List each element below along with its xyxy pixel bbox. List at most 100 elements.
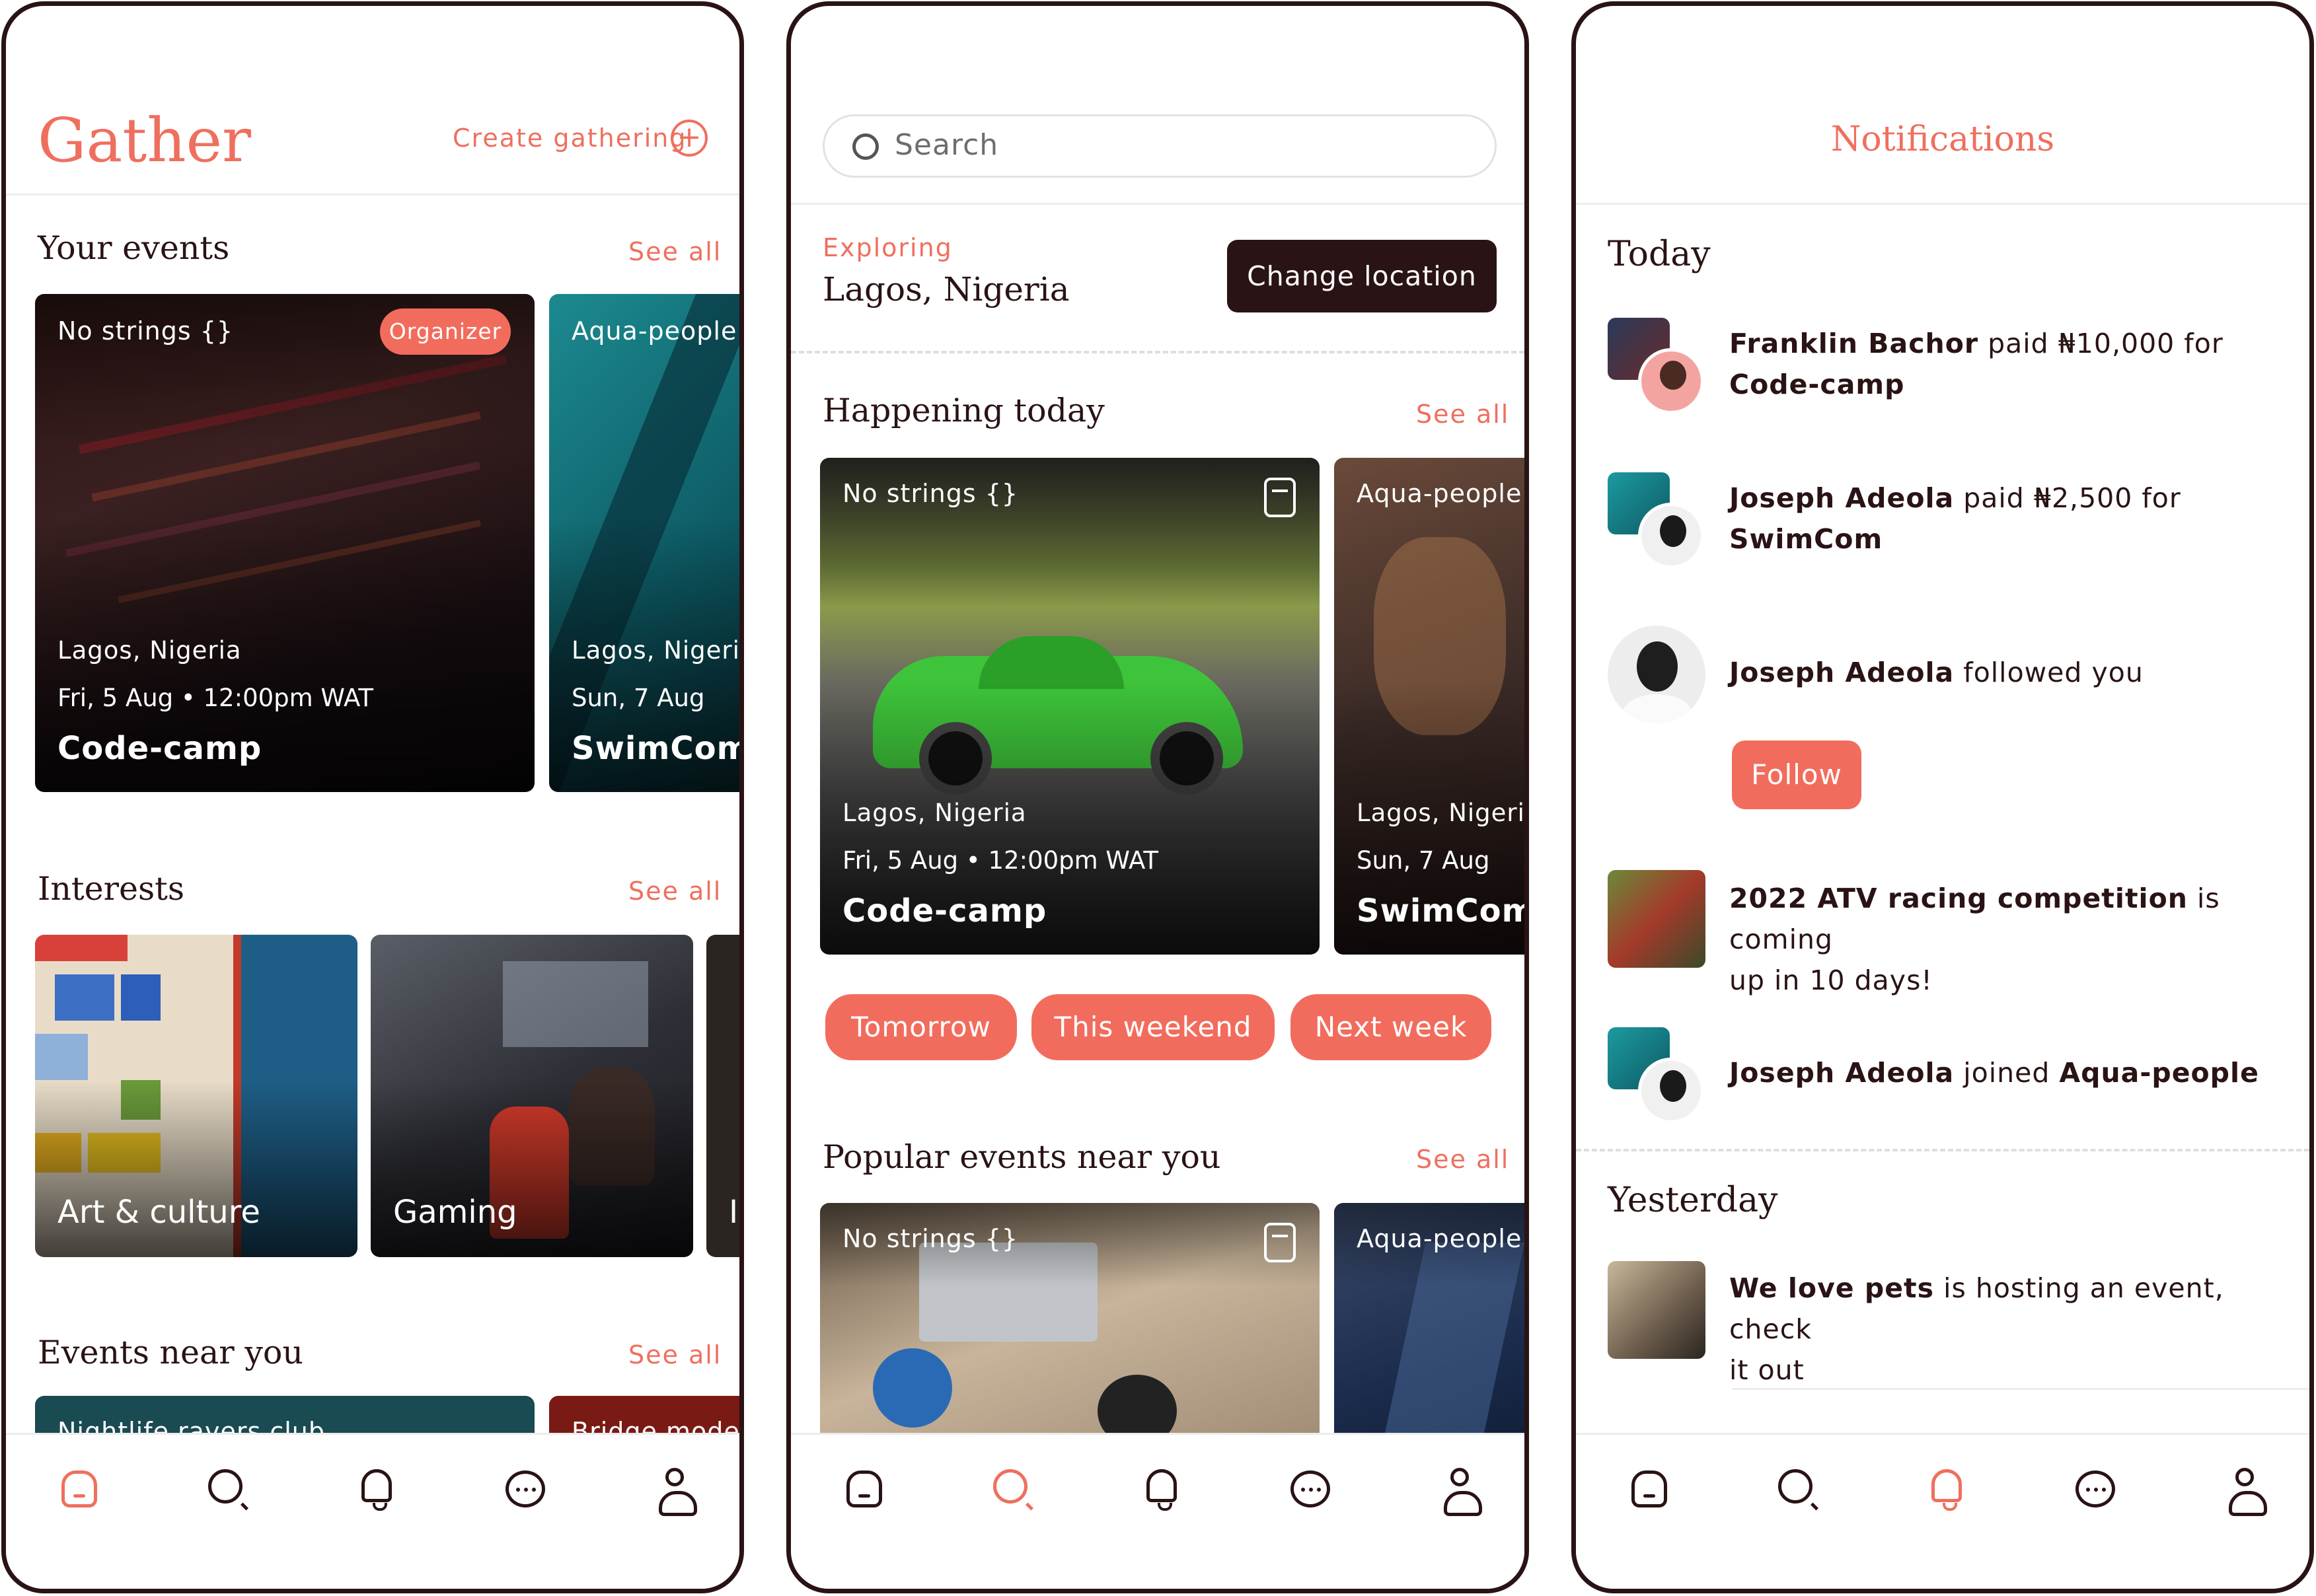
avatar[interactable]: [1638, 503, 1704, 569]
card-date: Sun, 7 Aug: [572, 684, 705, 712]
nav-home[interactable]: [841, 1467, 887, 1513]
notif-target: Code-camp: [1729, 369, 1905, 400]
card-group: No strings {}: [57, 316, 234, 345]
notification-text[interactable]: We love pets is hosting an event, check i…: [1729, 1268, 2309, 1391]
nav-messages[interactable]: [2073, 1467, 2119, 1513]
event-card[interactable]: No strings {} Organizer Lagos, Nigeria F…: [35, 294, 535, 792]
card-location: Lagos, Nigeria: [572, 636, 744, 665]
nav-messages[interactable]: [503, 1467, 549, 1513]
yesterday-heading: Yesterday: [1608, 1180, 1778, 1220]
interests-see-all[interactable]: See all: [628, 877, 722, 906]
filter-tomorrow[interactable]: Tomorrow: [825, 994, 1017, 1060]
notif-target: SwimCom: [1729, 523, 1883, 555]
notification-text[interactable]: Joseph Adeola paid ₦2,500 for SwimCom: [1729, 478, 2181, 560]
header-divider: [791, 203, 1524, 205]
card-datetime: Fri, 5 Aug • 12:00pm WAT: [57, 684, 374, 712]
organizer-badge: Organizer: [380, 308, 511, 355]
user-icon: [1444, 1468, 1482, 1516]
user-icon: [659, 1468, 697, 1516]
nav-home[interactable]: [1626, 1467, 1672, 1513]
nav-notifications[interactable]: [1139, 1467, 1185, 1513]
search-icon: [852, 133, 879, 160]
interest-label: I: [729, 1194, 739, 1231]
header-divider: [1576, 203, 2309, 205]
bookmark-icon[interactable]: [1264, 1223, 1296, 1262]
bell-icon: [361, 1469, 392, 1511]
today-heading: Today: [1608, 235, 1711, 274]
filter-this-weekend[interactable]: This weekend: [1031, 994, 1275, 1060]
card-date: Fri, 5 Aug: [842, 846, 959, 875]
user-icon: [2229, 1468, 2267, 1516]
nav-search[interactable]: [1775, 1467, 1822, 1513]
your-events-title: Your events: [38, 229, 230, 267]
nav-notifications[interactable]: [1924, 1467, 1970, 1513]
item-divider: [1732, 1388, 2309, 1390]
bookmark-icon[interactable]: [1264, 478, 1296, 517]
event-card[interactable]: No strings {} Lagos, Nigeria Fri, 5 Aug …: [820, 458, 1320, 955]
notification-text[interactable]: 2022 ATV racing competition is coming up …: [1729, 878, 2309, 1001]
notification-text[interactable]: Joseph Adeola joined Aqua-people: [1729, 1052, 2259, 1093]
nav-messages[interactable]: [1288, 1467, 1334, 1513]
chat-icon: [1290, 1470, 1330, 1507]
nav-search[interactable]: [205, 1467, 252, 1513]
create-gathering-link[interactable]: Create gathering: [453, 124, 687, 153]
your-events-see-all[interactable]: See all: [628, 237, 722, 266]
avatar[interactable]: [1638, 1058, 1704, 1124]
happening-today-see-all[interactable]: See all: [1416, 400, 1509, 429]
change-location-button[interactable]: Change location: [1227, 240, 1497, 312]
happening-today-title: Happening today: [823, 392, 1105, 429]
notif-name: Joseph Adeola: [1729, 1057, 1955, 1089]
chat-icon: [2075, 1470, 2115, 1507]
card-datetime: Fri, 5 Aug • 12:00pm WAT: [842, 846, 1159, 875]
notif-target: Aqua-people: [2059, 1057, 2259, 1089]
search-icon: [208, 1469, 243, 1504]
chat-icon: [505, 1470, 545, 1507]
interest-card[interactable]: Art & culture: [35, 935, 357, 1257]
follow-button[interactable]: Follow: [1732, 741, 1861, 809]
section-divider: [1576, 1149, 2309, 1151]
event-card[interactable]: Aqua-people Lagos, Nigeria Sun, 7 Aug Sw…: [549, 294, 744, 792]
avatar[interactable]: [1638, 348, 1704, 414]
search-placeholder: Search: [895, 128, 999, 162]
nav-profile[interactable]: [2221, 1467, 2267, 1516]
events-near-see-all[interactable]: See all: [628, 1340, 722, 1369]
filter-next-week[interactable]: Next week: [1290, 994, 1491, 1060]
bottom-nav: [6, 1433, 739, 1589]
notif-line2: up in 10 days!: [1729, 964, 1933, 996]
card-group: Aqua-people: [1357, 1224, 1522, 1253]
home-icon: [61, 1470, 97, 1507]
nav-notifications[interactable]: [354, 1467, 400, 1513]
notification-text[interactable]: Franklin Bachor paid ₦10,000 for Code-cam…: [1729, 323, 2223, 405]
card-location: Lagos, Nigeria: [1357, 799, 1529, 827]
card-group: Aqua-people: [1357, 479, 1522, 508]
search-input[interactable]: Search: [823, 114, 1497, 178]
event-card[interactable]: Aqua-people Lagos, Nigeria Sun, 7 Aug Sw…: [1334, 458, 1529, 955]
nav-search[interactable]: [990, 1467, 1037, 1513]
popular-see-all[interactable]: See all: [1416, 1145, 1509, 1174]
event-thumb[interactable]: [1608, 1261, 1705, 1359]
home-screen: Gather Create gathering + Your events Se…: [1, 1, 744, 1593]
card-name: Code-camp: [57, 730, 262, 767]
popular-title: Popular events near you: [823, 1138, 1221, 1176]
interest-card[interactable]: Gaming: [371, 935, 693, 1257]
card-group: No strings {}: [842, 479, 1019, 508]
interest-card[interactable]: I: [706, 935, 739, 1257]
card-date: Sun, 7 Aug: [1357, 846, 1490, 875]
bottom-nav: [791, 1433, 1524, 1589]
card-time: 12:00pm WAT: [988, 846, 1159, 875]
card-time: 12:00pm WAT: [203, 684, 374, 712]
search-icon: [1778, 1469, 1812, 1504]
notif-name: Joseph Adeola: [1729, 482, 1955, 514]
notif-name: Joseph Adeola: [1729, 657, 1955, 688]
avatar[interactable]: [1608, 626, 1705, 723]
notification-text[interactable]: Joseph Adeola followed you: [1729, 652, 2144, 693]
nav-profile[interactable]: [1436, 1467, 1482, 1516]
event-thumb[interactable]: [1608, 870, 1705, 968]
nav-profile[interactable]: [651, 1467, 697, 1516]
exploring-label: Exploring: [823, 233, 953, 262]
section-divider: [791, 351, 1524, 353]
plus-icon[interactable]: +: [671, 120, 708, 157]
events-near-title: Events near you: [38, 1334, 303, 1371]
notifications-screen: Notifications Today Franklin Bachor paid…: [1571, 1, 2314, 1593]
nav-home[interactable]: [56, 1467, 102, 1513]
